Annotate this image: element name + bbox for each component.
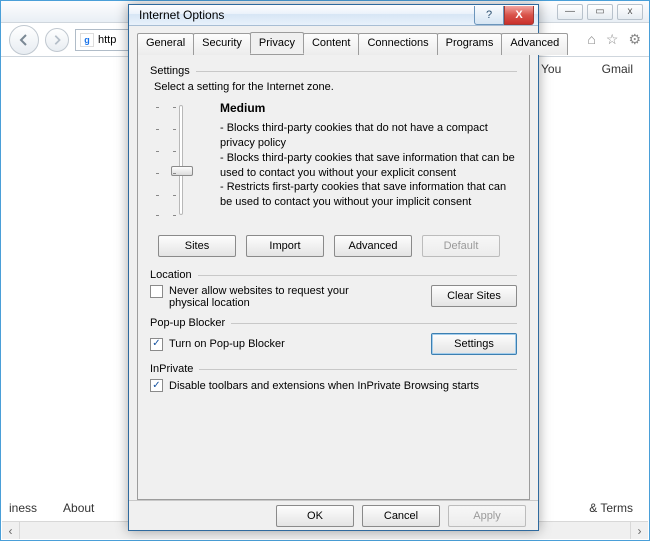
address-bar[interactable]: g http bbox=[75, 29, 135, 51]
never-allow-location-label: Never allow websites to request your phy… bbox=[169, 285, 389, 309]
group-label-settings: Settings bbox=[150, 65, 190, 77]
tab-privacy[interactable]: Privacy bbox=[250, 32, 304, 54]
disable-toolbars-inprivate-label: Disable toolbars and extensions when InP… bbox=[169, 380, 479, 392]
apply-button: Apply bbox=[448, 505, 526, 527]
turn-on-popup-blocker-label: Turn on Pop-up Blocker bbox=[169, 338, 285, 350]
scroll-left-button[interactable]: ‹ bbox=[2, 522, 20, 539]
group-label-inprivate: InPrivate bbox=[150, 363, 193, 375]
group-location: Location Never allow websites to request… bbox=[150, 269, 517, 309]
group-inprivate: InPrivate ✓ Disable toolbars and extensi… bbox=[150, 363, 517, 392]
privacy-bullet-1: - Blocks third-party cookies that do not… bbox=[220, 121, 517, 151]
tab-advanced[interactable]: Advanced bbox=[501, 33, 568, 55]
tab-programs[interactable]: Programs bbox=[437, 33, 503, 55]
tab-content[interactable]: Content bbox=[303, 33, 360, 55]
dialog-titlebar[interactable]: Internet Options ? X bbox=[129, 5, 538, 26]
scroll-right-button[interactable]: › bbox=[630, 522, 648, 539]
divider bbox=[198, 275, 517, 276]
address-text: http bbox=[98, 34, 116, 46]
privacy-level-name: Medium bbox=[220, 101, 517, 115]
ok-button[interactable]: OK bbox=[276, 505, 354, 527]
divider bbox=[196, 71, 517, 72]
link-you[interactable]: You bbox=[541, 62, 561, 76]
group-popup-blocker: Pop-up Blocker ✓ Turn on Pop-up Blocker … bbox=[150, 317, 517, 355]
dialog-body: General Security Privacy Content Connect… bbox=[129, 26, 538, 500]
tab-panel-privacy: Settings Select a setting for the Intern… bbox=[137, 54, 530, 500]
internet-options-dialog: Internet Options ? X General Security Pr… bbox=[128, 4, 539, 531]
privacy-bullet-3: - Restricts first-party cookies that sav… bbox=[220, 180, 517, 210]
slider-track bbox=[179, 105, 183, 215]
slider-thumb[interactable] bbox=[171, 166, 193, 176]
toolbar-right-icons: ⌂ ☆ ⚙ bbox=[587, 31, 641, 48]
group-label-location: Location bbox=[150, 269, 192, 281]
arrow-left-icon bbox=[17, 33, 31, 47]
import-button[interactable]: Import bbox=[246, 235, 324, 257]
maximize-button[interactable]: ▭ bbox=[587, 4, 613, 20]
home-icon[interactable]: ⌂ bbox=[587, 31, 595, 48]
link-terms[interactable]: & Terms bbox=[589, 501, 633, 515]
group-label-popup: Pop-up Blocker bbox=[150, 317, 225, 329]
minimize-button[interactable]: — bbox=[557, 4, 583, 20]
arrow-right-icon bbox=[51, 34, 63, 46]
favorites-icon[interactable]: ☆ bbox=[606, 31, 619, 48]
privacy-bullet-2: - Blocks third-party cookies that save i… bbox=[220, 151, 517, 181]
advanced-button[interactable]: Advanced bbox=[334, 235, 412, 257]
dialog-close-button[interactable]: X bbox=[504, 6, 534, 25]
tab-strip: General Security Privacy Content Connect… bbox=[137, 33, 530, 55]
privacy-level-slider[interactable] bbox=[156, 101, 206, 221]
dialog-title: Internet Options bbox=[139, 8, 224, 22]
cancel-button[interactable]: Cancel bbox=[362, 505, 440, 527]
group-settings: Settings Select a setting for the Intern… bbox=[150, 65, 517, 257]
default-button: Default bbox=[422, 235, 500, 257]
sites-button[interactable]: Sites bbox=[158, 235, 236, 257]
clear-sites-button[interactable]: Clear Sites bbox=[431, 285, 517, 307]
turn-on-popup-blocker-checkbox[interactable]: ✓ bbox=[150, 338, 163, 351]
window-close-button[interactable]: x bbox=[617, 4, 643, 20]
google-favicon-icon: g bbox=[80, 33, 94, 47]
tab-security[interactable]: Security bbox=[193, 33, 251, 55]
divider bbox=[231, 323, 517, 324]
dialog-help-button[interactable]: ? bbox=[474, 6, 504, 25]
popup-settings-button[interactable]: Settings bbox=[431, 333, 517, 355]
privacy-level-description: Medium - Blocks third-party cookies that… bbox=[220, 101, 517, 221]
link-about[interactable]: About bbox=[63, 501, 94, 515]
tab-connections[interactable]: Connections bbox=[358, 33, 437, 55]
link-business[interactable]: iness bbox=[9, 501, 37, 515]
never-allow-location-checkbox[interactable] bbox=[150, 285, 163, 298]
tab-general[interactable]: General bbox=[137, 33, 194, 55]
dialog-footer: OK Cancel Apply bbox=[129, 500, 538, 530]
link-gmail[interactable]: Gmail bbox=[602, 62, 633, 76]
forward-button[interactable] bbox=[45, 28, 69, 52]
disable-toolbars-inprivate-checkbox[interactable]: ✓ bbox=[150, 379, 163, 392]
back-button[interactable] bbox=[9, 25, 39, 55]
divider bbox=[199, 369, 517, 370]
settings-intro: Select a setting for the Internet zone. bbox=[154, 81, 517, 93]
tools-gear-icon[interactable]: ⚙ bbox=[628, 31, 641, 48]
